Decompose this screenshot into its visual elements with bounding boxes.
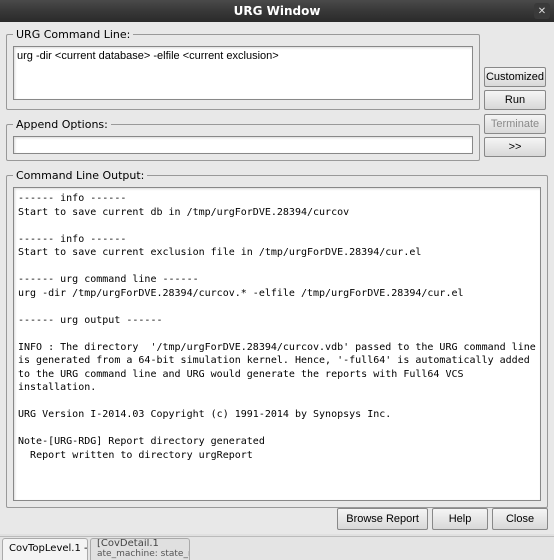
append-options-input[interactable] — [13, 136, 473, 154]
tab-label-top: CovTopLevel.1 - — [9, 544, 81, 555]
close-icon: ✕ — [538, 6, 546, 17]
tab-covtoplevel[interactable]: CovTopLevel.1 - — [2, 538, 88, 560]
window-body: URG Command Line: urg -dir <current data… — [0, 22, 554, 534]
terminate-button: Terminate — [484, 114, 546, 134]
window-titlebar: URG Window ✕ — [0, 0, 554, 22]
customized-button[interactable]: Customized — [484, 67, 546, 87]
tab-label-sub: ate_machine: state_machine.v] — [97, 550, 183, 559]
urg-command-legend: URG Command Line: — [13, 28, 133, 41]
window-close-button[interactable]: ✕ — [534, 3, 550, 19]
tab-label-top: [CovDetail.1 — [97, 539, 183, 550]
help-button[interactable]: Help — [432, 508, 488, 530]
more-button[interactable]: >> — [484, 137, 546, 157]
append-options-legend: Append Options: — [13, 118, 111, 131]
close-button[interactable]: Close — [492, 508, 548, 530]
output-legend: Command Line Output: — [13, 169, 147, 182]
window-title: URG Window — [234, 4, 321, 18]
status-bar: CovTopLevel.1 - [CovDetail.1 ate_machine… — [0, 536, 554, 560]
browse-report-button[interactable]: Browse Report — [337, 508, 428, 530]
footer-buttons: Browse Report Help Close — [337, 508, 548, 530]
urg-command-group: URG Command Line: urg -dir <current data… — [6, 28, 480, 110]
append-options-group: Append Options: — [6, 118, 480, 161]
urg-command-input[interactable]: urg -dir <current database> -elfile <cur… — [13, 46, 473, 100]
output-group: Command Line Output: ------ info ------ … — [6, 169, 548, 508]
output-text[interactable]: ------ info ------ Start to save current… — [13, 187, 541, 501]
run-button[interactable]: Run — [484, 90, 546, 110]
tab-covdetail[interactable]: [CovDetail.1 ate_machine: state_machine.… — [90, 538, 190, 560]
